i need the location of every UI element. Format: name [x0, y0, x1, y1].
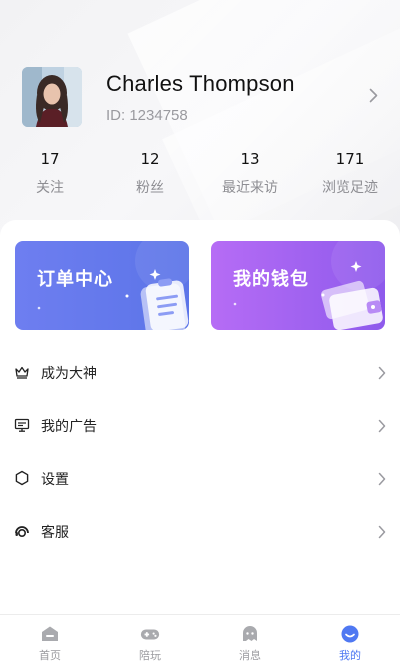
message-ghost-icon — [243, 626, 257, 641]
tab-label: 首页 — [39, 649, 61, 662]
crown-icon — [14, 364, 30, 380]
order-center-title: 订单中心 — [37, 269, 113, 290]
stats-row: 17 关注 12 粉丝 13 最近来访 171 浏览足迹 — [0, 150, 400, 200]
ad-board-icon — [14, 417, 30, 433]
menu-item-my-ads[interactable]: 我的广告 — [0, 399, 400, 452]
tab-play[interactable]: 陪玩 — [100, 615, 200, 666]
menu-label: 我的广告 — [41, 419, 97, 435]
hexagon-settings-icon — [14, 470, 30, 486]
home-icon — [42, 626, 58, 641]
chevron-right-icon — [378, 471, 386, 490]
menu-item-settings[interactable]: 设置 — [0, 452, 400, 505]
chevron-right-icon[interactable] — [369, 88, 378, 107]
tab-label: 我的 — [339, 649, 361, 662]
stat-value: 13 — [240, 150, 260, 168]
tab-mine[interactable]: 我的 — [300, 615, 400, 666]
menu-list: 成为大神 我的广告 设置 客服 — [0, 346, 400, 558]
headset-icon — [14, 523, 30, 539]
stat-following[interactable]: 17 关注 — [0, 150, 100, 200]
chevron-right-icon — [378, 418, 386, 437]
stat-browse-history[interactable]: 171 浏览足迹 — [300, 150, 400, 200]
stat-label: 最近来访 — [222, 180, 278, 196]
menu-item-customer-service[interactable]: 客服 — [0, 505, 400, 558]
order-center-banner[interactable]: 订单中心 — [15, 241, 189, 330]
user-name: Charles Thompson — [106, 70, 295, 96]
tab-label: 陪玩 — [139, 649, 161, 662]
user-id: ID: 1234758 — [106, 106, 188, 124]
wallet-title: 我的钱包 — [233, 269, 309, 290]
profile-smile-icon — [341, 625, 359, 643]
stat-value: 171 — [335, 150, 365, 168]
stat-label: 关注 — [36, 180, 64, 196]
wallet-banner[interactable]: 我的钱包 — [211, 241, 385, 330]
stat-fans[interactable]: 12 粉丝 — [100, 150, 200, 200]
chevron-right-icon — [378, 365, 386, 384]
stat-label: 粉丝 — [136, 180, 164, 196]
stat-label: 浏览足迹 — [322, 180, 378, 196]
profile-header[interactable]: Charles Thompson ID: 1234758 — [22, 66, 392, 128]
menu-item-become-master[interactable]: 成为大神 — [0, 346, 400, 399]
menu-label: 成为大神 — [41, 366, 97, 382]
gamepad-icon — [140, 629, 160, 640]
tab-label: 消息 — [239, 649, 261, 662]
chevron-right-icon — [378, 524, 386, 543]
menu-label: 设置 — [41, 472, 69, 488]
stat-value: 12 — [140, 150, 160, 168]
stat-recent-visitors[interactable]: 13 最近来访 — [200, 150, 300, 200]
stat-value: 17 — [40, 150, 60, 168]
avatar[interactable] — [22, 67, 82, 127]
bottom-tab-bar: 首页 陪玩 消息 我的 — [0, 614, 400, 666]
menu-label: 客服 — [41, 525, 69, 541]
tab-home[interactable]: 首页 — [0, 615, 100, 666]
tab-messages[interactable]: 消息 — [200, 615, 300, 666]
